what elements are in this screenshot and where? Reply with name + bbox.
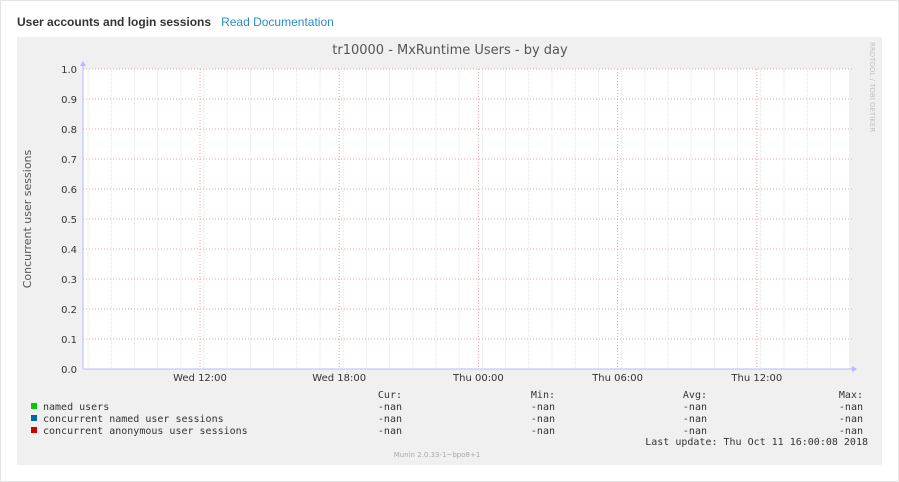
legend-value: -nan xyxy=(839,414,863,425)
chart-grid xyxy=(83,68,853,370)
x-tick-label: Thu 12:00 xyxy=(730,373,782,384)
widget-title: User accounts and login sessions xyxy=(17,15,212,29)
legend-value: -nan xyxy=(531,414,555,425)
chart-svg: tr10000 - MxRuntime Users - by day Concu… xyxy=(21,42,876,459)
x-tick-label: Thu 00:00 xyxy=(452,373,504,384)
legend-value: -nan xyxy=(378,426,402,437)
y-axis-arrow xyxy=(80,61,86,66)
legend-column-header: Max: xyxy=(839,390,863,401)
read-documentation-link[interactable]: Read Documentation xyxy=(221,15,334,29)
legend-series-label: concurrent named user sessions xyxy=(43,414,224,425)
last-update: Last update: Thu Oct 11 16:00:08 2018 xyxy=(645,437,868,448)
y-tick-label: 0.9 xyxy=(61,95,77,106)
y-tick-label: 0.3 xyxy=(61,275,77,286)
chart-legend: Cur: Min: Avg: Max:named users -nan -nan -nan -… xyxy=(31,390,863,437)
legend-color-swatch xyxy=(31,403,37,409)
y-tick-label: 0.6 xyxy=(61,185,77,196)
legend-color-swatch xyxy=(31,415,37,421)
y-tick-label: 0.8 xyxy=(61,125,77,136)
legend-value: -nan xyxy=(531,426,555,437)
legend-value: -nan xyxy=(531,402,555,413)
legend-value: -nan xyxy=(839,426,863,437)
y-tick-label: 0.0 xyxy=(61,365,77,376)
x-tick-labels: Wed 12:00 Wed 18:00 Thu 00:00 Thu 06:00 Thu … xyxy=(173,373,782,384)
y-tick-label: 0.4 xyxy=(61,245,77,256)
y-tick-label: 0.1 xyxy=(61,335,77,346)
legend-column-header: Cur: xyxy=(378,390,402,401)
chart-title: tr10000 - MxRuntime Users - by day xyxy=(332,43,568,58)
legend-value: -nan xyxy=(683,414,707,425)
watermark: RRDTOOL / TOBI OETIKER xyxy=(868,42,876,132)
legend-value: -nan xyxy=(378,414,402,425)
legend-column-header: Min: xyxy=(531,390,555,401)
legend-series-label: named users xyxy=(43,402,109,413)
x-tick-label: Wed 18:00 xyxy=(312,373,366,384)
legend-value: -nan xyxy=(683,402,707,413)
y-tick-labels: 0.0 0.1 0.2 0.3 0.4 0.5 0.6 0.7 0.8 0.9 1.0 xyxy=(61,65,77,376)
widget-header: User accounts and login sessions Read Do… xyxy=(17,13,334,31)
munin-graph: tr10000 - MxRuntime Users - by day Concu… xyxy=(17,37,882,465)
x-tick-label: Thu 06:00 xyxy=(591,373,643,384)
legend-color-swatch xyxy=(31,427,37,433)
legend-value: -nan xyxy=(378,402,402,413)
y-tick-label: 0.5 xyxy=(61,215,77,226)
x-tick-label: Wed 12:00 xyxy=(173,373,227,384)
munin-version: Munin 2.0.33-1~bpo8+1 xyxy=(394,451,481,459)
legend-column-header: Avg: xyxy=(683,390,707,401)
legend-value: -nan xyxy=(683,426,707,437)
y-tick-label: 0.2 xyxy=(61,305,77,316)
y-tick-label: 0.7 xyxy=(61,155,77,166)
y-tick-label: 1.0 xyxy=(61,65,77,76)
legend-series-label: concurrent anonymous user sessions xyxy=(43,426,248,437)
y-axis-label: Concurrent user sessions xyxy=(21,149,34,288)
x-axis-arrow xyxy=(852,366,857,372)
legend-value: -nan xyxy=(839,402,863,413)
